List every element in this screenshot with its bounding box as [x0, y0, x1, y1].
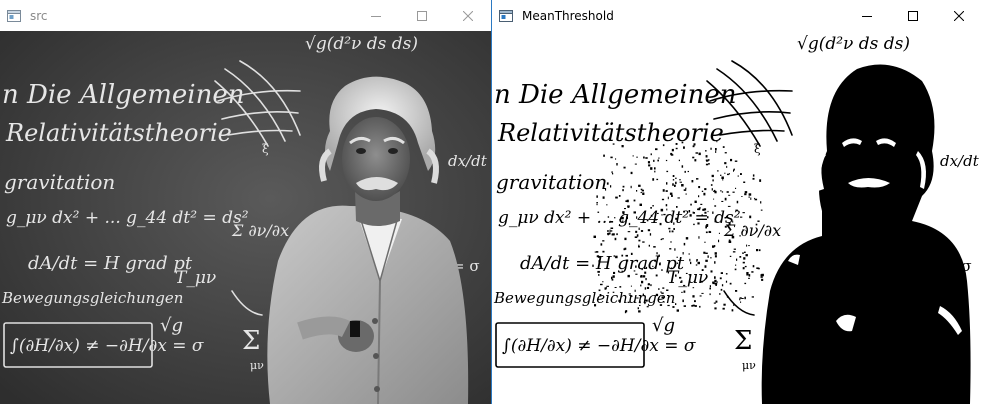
window-app-icon[interactable]	[499, 9, 513, 23]
minimize-button[interactable]	[844, 0, 890, 31]
board-sqrt: √g	[160, 315, 183, 336]
maximize-button[interactable]	[890, 0, 936, 31]
window-src: src n Die Allgemeinen Relativitätstheori…	[0, 0, 491, 404]
close-button[interactable]	[936, 0, 982, 31]
minimize-icon	[862, 15, 872, 17]
board-line-1: n Die Allgemeinen	[2, 80, 245, 110]
window-title: MeanThreshold	[522, 8, 614, 23]
board-sum: Σ	[734, 326, 752, 356]
caption-buttons	[353, 0, 491, 31]
board-line-4: g_μν dx² + ... g_44 dt² = ds²	[6, 208, 249, 228]
board-line-3: gravitation	[496, 170, 607, 194]
maximize-button[interactable]	[399, 0, 445, 31]
window-title: src	[30, 8, 48, 23]
board-line-2: Relativitätstheorie	[497, 119, 724, 147]
window-mean-threshold: MeanThreshold n Die Allgemeinen Relativi…	[491, 0, 982, 404]
board-line-2: Relativitätstheorie	[5, 119, 232, 147]
board-line-6: Bewegungsgleichungen	[1, 289, 183, 307]
board-line-5: dA/dt = H grad pt	[28, 253, 193, 274]
thresholded-photo: n Die Allgemeinen Relativitätstheorie gr…	[492, 31, 982, 404]
board-line-3: gravitation	[4, 170, 115, 194]
close-button[interactable]	[445, 0, 491, 31]
board-right-formula: dx/dt	[448, 152, 488, 170]
board-mu: μν	[250, 359, 264, 372]
board-line-1: n Die Allgemeinen	[494, 80, 737, 110]
board-top-formula: √g(d²ν ds ds)	[305, 34, 418, 54]
board-line-7: ∫(∂H/∂x) ≠ −∂H/∂x = σ	[502, 336, 696, 356]
titlebar-src[interactable]: src	[0, 0, 491, 31]
grayscale-photo: n Die Allgemeinen Relativitätstheorie gr…	[0, 31, 491, 404]
minimize-button[interactable]	[353, 0, 399, 31]
board-top-formula: √g(d²ν ds ds)	[797, 34, 910, 54]
caption-buttons	[844, 0, 982, 31]
board-line-4: g_μν dx² + ... g_44 dt² = ds²	[498, 208, 741, 228]
board-mu: μν	[742, 359, 756, 372]
titlebar-mean[interactable]: MeanThreshold	[492, 0, 982, 31]
minimize-icon	[371, 15, 381, 17]
board-right-formula: dx/dt	[940, 152, 980, 170]
board-line-6: Bewegungsgleichungen	[493, 289, 675, 307]
maximize-icon	[417, 10, 427, 21]
board-line-7: ∫(∂H/∂x) ≠ −∂H/∂x = σ	[10, 336, 204, 356]
board-side-formula: Σ ∂ν/∂x	[231, 221, 289, 240]
board-xi: ξ	[262, 142, 269, 156]
close-icon	[463, 10, 473, 21]
board-xi: ξ	[754, 142, 761, 156]
image-canvas-mean: n Die Allgemeinen Relativitätstheorie gr…	[492, 31, 982, 404]
image-canvas-src: n Die Allgemeinen Relativitätstheorie gr…	[0, 31, 491, 404]
board-sqrt: √g	[652, 315, 675, 336]
board-tau: T_μν	[175, 268, 216, 288]
board-sum: Σ	[242, 326, 260, 356]
window-app-icon[interactable]	[7, 9, 21, 23]
close-icon	[954, 10, 964, 21]
maximize-icon	[908, 10, 918, 21]
